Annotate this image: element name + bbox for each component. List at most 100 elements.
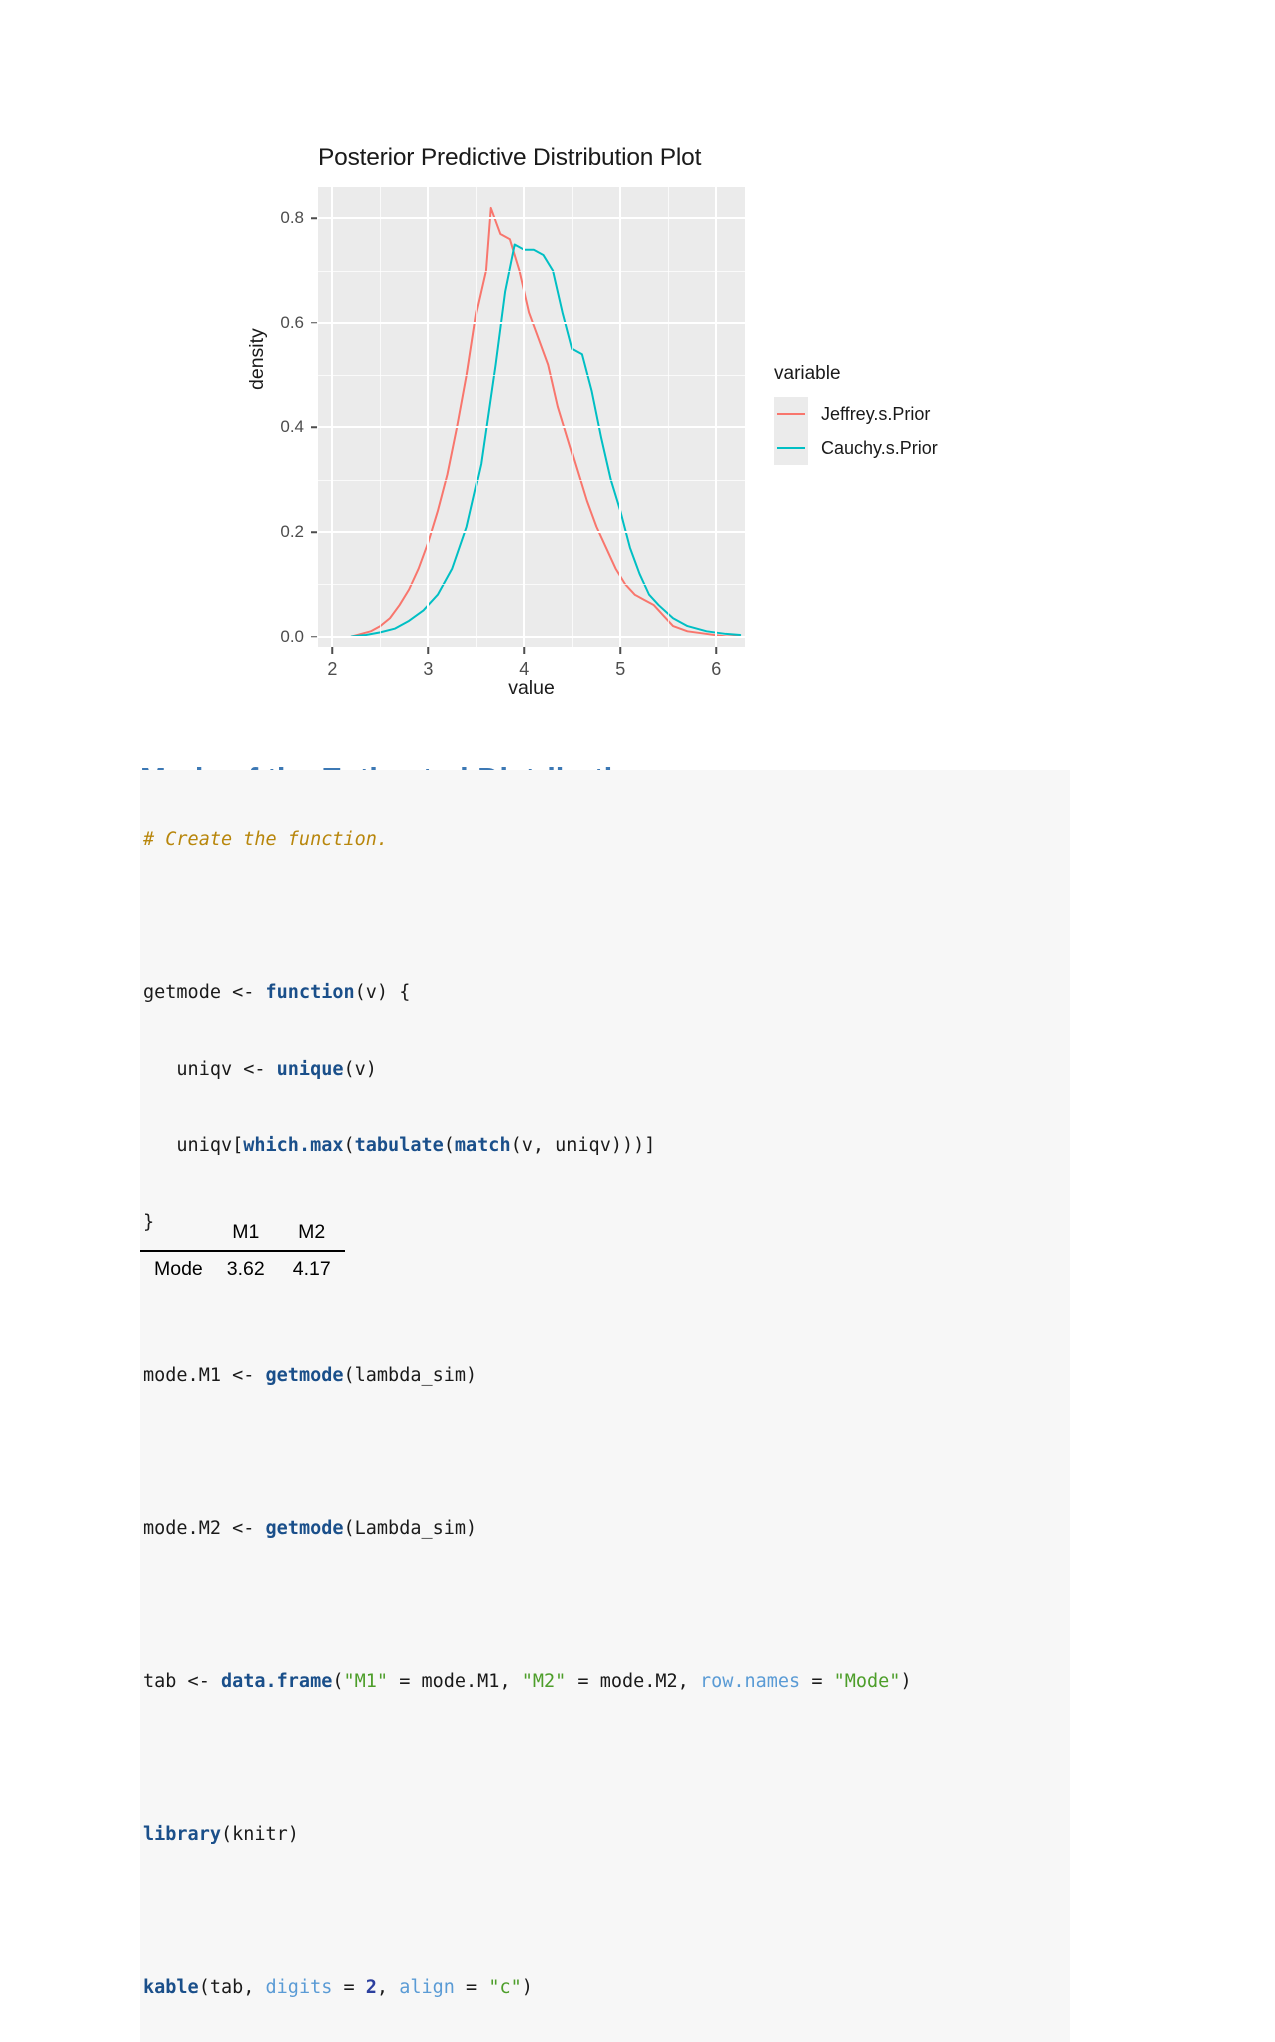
code-token-string: "Mode" (833, 1670, 901, 1692)
gridline (427, 187, 430, 647)
code-token: getmode <- (143, 982, 266, 1003)
y-axis-title: density (246, 328, 268, 390)
code-token-function: which.max (243, 1135, 344, 1156)
code-line-3: uniqv[which.max(tabulate(match(v, uniqv)… (140, 1133, 1070, 1159)
y-tick-mark (311, 426, 317, 429)
plot-panel (284, 166, 766, 690)
y-tick-label: 0.0 (280, 626, 304, 646)
legend-label-jeffreys: Jeffrey.s.Prior (821, 403, 931, 424)
code-token-arg: row.names (699, 1670, 801, 1692)
table-col-rowname (140, 1215, 213, 1252)
code-token-string: "M2" (521, 1670, 567, 1692)
code-token: ) (521, 1976, 533, 1998)
code-line-8: library(knitr) (140, 1822, 1070, 1848)
code-token-number: 2 (365, 1976, 377, 1998)
code-line-9: kable(tab, digits = 2, align = "c") (140, 1975, 1070, 2001)
code-token-string: "c" (488, 1976, 522, 1998)
code-token: ( (343, 1135, 355, 1156)
legend-title: variable (774, 363, 841, 384)
code-token: (v) (343, 1058, 377, 1080)
code-token-function: library (143, 1823, 221, 1845)
code-token-string: "M1" (343, 1670, 389, 1692)
code-token: = (454, 1976, 489, 1998)
code-block[interactable]: # Create the function. getmode <- functi… (140, 770, 1070, 2042)
gridline (318, 217, 745, 220)
x-tick-mark (427, 647, 430, 654)
y-tick-mark (311, 531, 317, 533)
code-token-function: getmode (265, 1517, 344, 1539)
plot-title: Posterior Predictive Distribution Plot (318, 144, 702, 171)
table-col-m2: M2 (278, 1215, 345, 1252)
code-token: = mode.M2, (566, 1670, 700, 1692)
gridline (318, 635, 745, 638)
code-line-comment: # Create the function. (140, 827, 1070, 853)
code-token: ( (443, 1135, 455, 1156)
gridline (715, 187, 718, 647)
code-token-function: function (265, 982, 355, 1003)
gridline (318, 321, 745, 324)
x-tick-mark (715, 647, 717, 654)
code-token-function: unique (276, 1058, 344, 1080)
table-col-m1: M1 (212, 1215, 279, 1252)
code-token-function: data.frame (220, 1670, 333, 1692)
legend-item-cauchy[interactable]: Cauchy.s.Prior (774, 431, 984, 465)
y-tick-label: 0.2 (280, 522, 304, 541)
code-token: (tab, (198, 1976, 266, 1998)
x-tick-mark (331, 647, 334, 654)
gridline (318, 426, 745, 429)
legend-item-jeffreys[interactable]: Jeffrey.s.Prior (774, 397, 984, 431)
code-token: (knitr) (220, 1823, 299, 1845)
table-cell-m2-value: 4.17 (292, 1258, 331, 1280)
code-token: tab <- (143, 1670, 221, 1692)
code-token: = (800, 1670, 834, 1692)
legend-swatch-cauchy (774, 431, 808, 465)
code-token: mode.M1 <- (143, 1364, 266, 1386)
code-line-5: mode.M1 <- getmode(lambda_sim) (140, 1363, 1070, 1389)
code-comment: # Create the function. (143, 829, 389, 850)
series-line-jeffreys (350, 206, 742, 638)
code-token: ( (332, 1670, 344, 1692)
y-tick-mark (311, 635, 317, 638)
code-token-arg: digits (265, 1976, 333, 1998)
table-cell-m1: 3.62 (213, 1251, 279, 1287)
code-token-function: match (454, 1135, 511, 1156)
plot-legend: variable Jeffrey.s.Prior Cauchy.s.Prior (774, 363, 984, 465)
gridline (318, 375, 745, 377)
gridline (572, 187, 574, 647)
code-token: = (332, 1976, 366, 1998)
y-tick-label: 0.8 (280, 208, 304, 228)
table-cell-m2: 4.17 (279, 1251, 345, 1287)
code-token-function: getmode (265, 1364, 344, 1386)
x-tick-mark (523, 647, 526, 654)
mode-results-table: M1 M2 Mode 3.62 4.17 (140, 1215, 345, 1287)
table-row: Mode 3.62 4.17 (140, 1251, 345, 1287)
code-token: (v, uniqv)))] (510, 1135, 656, 1156)
table-cell-rowname: Mode (154, 1258, 203, 1280)
posterior-predictive-plot: Posterior Predictive Distribution Plot 0… (246, 132, 990, 712)
code-token: , (376, 1976, 400, 1998)
y-tick-label: 0.4 (280, 417, 304, 437)
gridline (331, 187, 334, 647)
gridline (318, 270, 745, 272)
code-token-function: kable (143, 1976, 199, 1998)
table-cell-m1-value: 3.62 (226, 1258, 265, 1280)
code-token: (lambda_sim) (343, 1364, 478, 1386)
code-token: (Lambda_sim) (343, 1517, 478, 1539)
legend-label-cauchy: Cauchy.s.Prior (821, 437, 938, 458)
code-token-function: tabulate (354, 1135, 444, 1156)
code-line-6: mode.M2 <- getmode(Lambda_sim) (140, 1516, 1070, 1542)
gridline (318, 531, 745, 533)
gridline (764, 187, 766, 647)
x-axis-title: value (508, 677, 555, 699)
y-tick-label: 0.6 (280, 312, 304, 332)
table-header-row: M1 M2 (140, 1215, 345, 1252)
plot-curves (350, 206, 742, 638)
gridline (619, 187, 622, 647)
gridline (380, 187, 382, 647)
legend-swatch-jeffreys (774, 397, 808, 431)
